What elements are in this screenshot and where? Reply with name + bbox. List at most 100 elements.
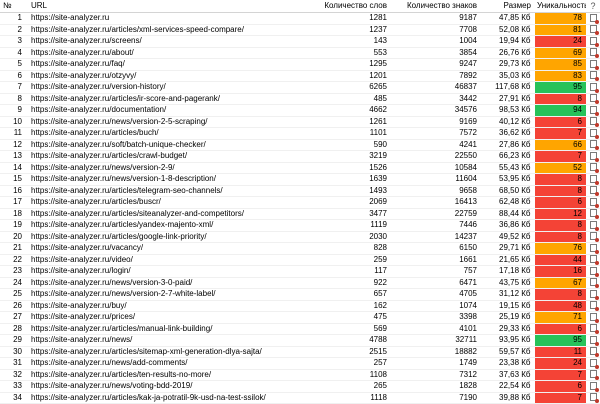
row-action-cell[interactable]: [586, 323, 600, 335]
document-check-icon[interactable]: [589, 220, 599, 231]
row-action-cell[interactable]: [586, 346, 600, 358]
row-action-cell[interactable]: [586, 139, 600, 151]
row-action-cell[interactable]: [586, 369, 600, 381]
document-check-icon[interactable]: [589, 197, 599, 208]
document-check-icon[interactable]: [589, 48, 599, 58]
table-row[interactable]: 15 https://site-analyzer.ru/news/version-…: [0, 173, 600, 186]
document-check-icon[interactable]: [589, 301, 599, 311]
column-header-action-icon[interactable]: ?: [586, 0, 600, 13]
table-row[interactable]: 4 https://site-analyzer.ru/about/553 3854 2…: [0, 47, 600, 59]
row-action-cell[interactable]: [586, 104, 600, 117]
row-action-cell[interactable]: [586, 265, 600, 278]
document-check-icon[interactable]: [589, 71, 599, 81]
table-row[interactable]: 30 https://site-analyzer.ru/articles/site…: [0, 346, 600, 358]
table-row[interactable]: 20 https://site-analyzer.ru/articles/goog…: [0, 231, 600, 243]
document-check-icon[interactable]: [589, 243, 599, 254]
document-check-icon[interactable]: [589, 151, 599, 162]
row-action-cell[interactable]: [586, 300, 600, 312]
row-action-cell[interactable]: [586, 254, 600, 266]
row-action-cell[interactable]: [586, 277, 600, 289]
row-action-cell[interactable]: [586, 116, 600, 128]
row-action-cell[interactable]: [586, 47, 600, 59]
table-row[interactable]: 2 https://site-analyzer.ru/articles/xml-s…: [0, 24, 600, 36]
document-check-icon[interactable]: [589, 174, 599, 185]
table-row[interactable]: 23 https://site-analyzer.ru/login/117 757 1…: [0, 265, 600, 278]
row-action-cell[interactable]: [586, 196, 600, 209]
document-check-icon[interactable]: [589, 209, 599, 219]
document-check-icon[interactable]: [589, 128, 599, 139]
document-check-icon[interactable]: [589, 94, 599, 104]
row-action-cell[interactable]: [586, 380, 600, 393]
row-action-cell[interactable]: [586, 58, 600, 71]
table-row[interactable]: 7 https://site-analyzer.ru/version-histor…: [0, 81, 600, 94]
row-action-cell[interactable]: [586, 150, 600, 163]
document-check-icon[interactable]: [589, 163, 599, 173]
document-check-icon[interactable]: [589, 335, 599, 346]
document-check-icon[interactable]: [589, 255, 599, 265]
row-action-cell[interactable]: [586, 357, 600, 370]
document-check-icon[interactable]: [589, 186, 599, 196]
document-check-icon[interactable]: [589, 266, 599, 277]
document-check-icon[interactable]: [589, 59, 599, 70]
row-action-cell[interactable]: [586, 311, 600, 324]
table-row[interactable]: 25 https://site-analyzer.ru/news/version-…: [0, 288, 600, 301]
table-row[interactable]: 12 https://site-analyzer.ru/soft/batch-un…: [0, 139, 600, 151]
table-row[interactable]: 3 https://site-analyzer.ru/screens/143 100…: [0, 35, 600, 48]
document-check-icon[interactable]: [589, 324, 599, 334]
table-row[interactable]: 19 https://site-analyzer.ru/articles/yand…: [0, 219, 600, 232]
table-row[interactable]: 9 https://site-analyzer.ru/documentation/…: [0, 104, 600, 117]
document-check-icon[interactable]: [589, 312, 599, 323]
row-action-cell[interactable]: [586, 127, 600, 140]
document-check-icon[interactable]: [589, 232, 599, 242]
table-row[interactable]: 6 https://site-analyzer.ru/otzyvy/1201 789…: [0, 70, 600, 82]
column-header-url[interactable]: URL: [28, 0, 296, 13]
document-check-icon[interactable]: [589, 289, 599, 300]
row-action-cell[interactable]: [586, 334, 600, 347]
table-row[interactable]: 8 https://site-analyzer.ru/articles/ir-sc…: [0, 93, 600, 105]
column-header-words[interactable]: Количество слов: [296, 0, 390, 13]
table-row[interactable]: 32 https://site-analyzer.ru/articles/ten-…: [0, 369, 600, 381]
row-action-cell[interactable]: [586, 288, 600, 301]
row-action-cell[interactable]: [586, 231, 600, 243]
table-row[interactable]: 26 https://site-analyzer.ru/buy/162 1074 19…: [0, 300, 600, 312]
table-row[interactable]: 16 https://site-analyzer.ru/articles/tele…: [0, 185, 600, 197]
row-action-cell[interactable]: [586, 93, 600, 105]
table-row[interactable]: 34 https://site-analyzer.ru/articles/kak-…: [0, 392, 600, 404]
table-row[interactable]: 27 https://site-analyzer.ru/prices/475 339…: [0, 311, 600, 324]
column-header-chars[interactable]: Количество знаков: [390, 0, 480, 13]
table-row[interactable]: 33 https://site-analyzer.ru/news/voting-b…: [0, 380, 600, 393]
table-row[interactable]: 14 https://site-analyzer.ru/news/version-…: [0, 162, 600, 174]
table-row[interactable]: 21 https://site-analyzer.ru/vacancy/828 61…: [0, 242, 600, 255]
row-action-cell[interactable]: [586, 35, 600, 48]
document-check-icon[interactable]: [589, 82, 599, 93]
row-action-cell[interactable]: [586, 24, 600, 36]
table-row[interactable]: 24 https://site-analyzer.ru/news/version-…: [0, 277, 600, 289]
table-row[interactable]: 11 https://site-analyzer.ru/articles/buch…: [0, 127, 600, 140]
column-header-uniqueness[interactable]: Уникальность, %: [534, 0, 586, 13]
row-action-cell[interactable]: [586, 219, 600, 232]
row-action-cell[interactable]: [586, 242, 600, 255]
document-check-icon[interactable]: [589, 140, 599, 150]
table-row[interactable]: 13 https://site-analyzer.ru/articles/craw…: [0, 150, 600, 163]
document-check-icon[interactable]: [589, 278, 599, 288]
column-header-number[interactable]: №: [0, 0, 28, 13]
row-action-cell[interactable]: [586, 173, 600, 186]
table-row[interactable]: 10 https://site-analyzer.ru/news/version-…: [0, 116, 600, 128]
document-check-icon[interactable]: [589, 25, 599, 35]
table-row[interactable]: 1 https://site-analyzer.ru 1281 9187 47,85 К…: [0, 12, 600, 25]
table-row[interactable]: 31 https://site-analyzer.ru/news/add-comm…: [0, 357, 600, 370]
row-action-cell[interactable]: [586, 81, 600, 94]
table-row[interactable]: 18 https://site-analyzer.ru/articles/site…: [0, 208, 600, 220]
row-action-cell[interactable]: [586, 12, 600, 25]
document-check-icon[interactable]: [589, 381, 599, 392]
table-row[interactable]: 29 https://site-analyzer.ru/news/4788 3271…: [0, 334, 600, 347]
document-check-icon[interactable]: [589, 105, 599, 116]
row-action-cell[interactable]: [586, 162, 600, 174]
table-row[interactable]: 22 https://site-analyzer.ru/video/259 1661…: [0, 254, 600, 266]
document-check-icon[interactable]: [589, 36, 599, 47]
document-check-icon[interactable]: [589, 370, 599, 380]
row-action-cell[interactable]: [586, 208, 600, 220]
table-row[interactable]: 17 https://site-analyzer.ru/articles/busc…: [0, 196, 600, 209]
table-row[interactable]: 28 https://site-analyzer.ru/articles/manu…: [0, 323, 600, 335]
document-check-icon[interactable]: [589, 117, 599, 127]
